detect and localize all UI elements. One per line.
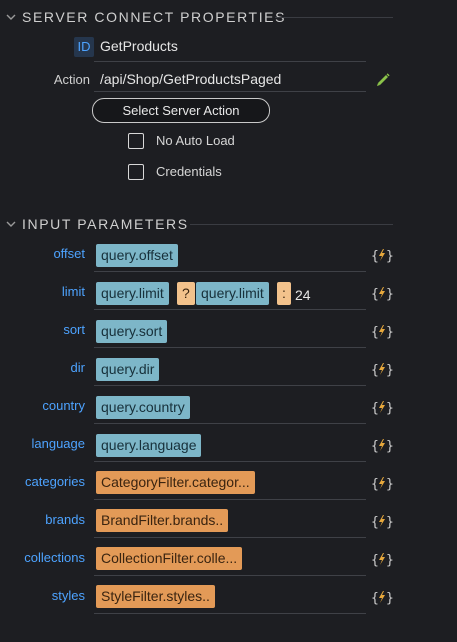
dynamic-data-icon[interactable]: { } <box>371 285 393 301</box>
svg-text:{: { <box>371 477 379 491</box>
param-underline <box>94 271 366 272</box>
svg-text:}: } <box>386 477 393 491</box>
param-underline <box>94 461 366 462</box>
param-value-styles[interactable]: StyleFilter.styles.. <box>96 585 215 608</box>
no-auto-load-checkbox[interactable] <box>128 133 144 149</box>
param-underline <box>94 347 366 348</box>
svg-text:}: } <box>386 363 393 377</box>
param-underline <box>94 385 366 386</box>
svg-text:}: } <box>386 439 393 453</box>
chevron-down-icon[interactable] <box>6 12 16 22</box>
id-field-underline <box>94 61 366 62</box>
credentials-checkbox[interactable] <box>128 164 144 180</box>
param-label-collections: collections <box>24 550 85 565</box>
dynamic-data-icon[interactable]: { } <box>371 589 393 605</box>
svg-text:{: { <box>371 325 379 339</box>
dynamic-data-icon[interactable]: { } <box>371 247 393 263</box>
param-operator-colon[interactable]: : <box>277 282 291 305</box>
svg-text:{: { <box>371 515 379 529</box>
action-field[interactable]: /api/Shop/GetProductsPaged <box>100 71 281 87</box>
param-operator-question[interactable]: ? <box>177 282 195 305</box>
dynamic-data-icon[interactable]: { } <box>371 551 393 567</box>
action-label: Action <box>53 72 90 87</box>
param-underline <box>94 499 366 500</box>
svg-text:}: } <box>386 325 393 339</box>
param-value-dir[interactable]: query.dir <box>96 358 160 381</box>
param-value-limit-1[interactable]: query.limit <box>96 282 169 305</box>
param-label-brands: brands <box>45 512 85 527</box>
dynamic-data-icon[interactable]: { } <box>371 475 393 491</box>
no-auto-load-label: No Auto Load <box>156 133 235 148</box>
param-label-styles: styles <box>51 588 85 603</box>
input-parameters-section-header[interactable]: INPUT PARAMETERS <box>0 215 457 235</box>
id-field[interactable]: GetProducts <box>100 38 178 54</box>
server-connect-section-header[interactable]: SERVER CONNECT PROPERTIES <box>0 8 457 28</box>
param-underline <box>94 575 366 576</box>
svg-text:}: } <box>386 553 393 567</box>
chevron-down-icon[interactable] <box>6 219 16 229</box>
param-underline <box>94 613 366 614</box>
param-value-language[interactable]: query.language <box>96 434 202 457</box>
param-label-offset: offset <box>53 246 85 261</box>
svg-text:{: { <box>371 401 379 415</box>
param-label-dir: dir <box>70 360 85 375</box>
svg-text:}: } <box>386 249 393 263</box>
param-label-limit: limit <box>61 284 85 299</box>
select-server-action-button[interactable]: Select Server Action <box>92 98 270 123</box>
param-value-offset[interactable]: query.offset <box>96 244 178 267</box>
svg-text:}: } <box>386 515 393 529</box>
svg-text:{: { <box>371 249 379 263</box>
section-title: SERVER CONNECT PROPERTIES <box>22 9 287 25</box>
param-underline <box>94 423 366 424</box>
action-field-underline <box>94 91 366 92</box>
dynamic-data-icon[interactable]: { } <box>371 323 393 339</box>
dynamic-data-icon[interactable]: { } <box>371 399 393 415</box>
svg-text:{: { <box>371 363 379 377</box>
param-value-sort[interactable]: query.sort <box>96 320 168 343</box>
properties-panel: SERVER CONNECT PROPERTIES ID GetProducts… <box>0 0 457 642</box>
dynamic-data-icon[interactable]: { } <box>371 361 393 377</box>
param-value-brands[interactable]: BrandFilter.brands.. <box>96 509 229 532</box>
param-value-country[interactable]: query.country <box>96 396 190 419</box>
svg-text:{: { <box>371 439 379 453</box>
section-title: INPUT PARAMETERS <box>22 216 189 232</box>
pencil-icon[interactable] <box>375 72 391 88</box>
param-label-sort: sort <box>63 322 85 337</box>
dynamic-data-icon[interactable]: { } <box>371 437 393 453</box>
svg-text:}: } <box>386 401 393 415</box>
param-underline <box>94 309 366 310</box>
svg-text:{: { <box>371 591 379 605</box>
dynamic-data-icon[interactable]: { } <box>371 513 393 529</box>
param-value-limit-default[interactable]: 24 <box>295 287 311 303</box>
svg-text:}: } <box>386 287 393 301</box>
param-value-collections[interactable]: CollectionFilter.colle... <box>96 547 243 570</box>
param-value-categories[interactable]: CategoryFilter.categor... <box>96 471 255 494</box>
param-label-language: language <box>31 436 86 451</box>
param-value-limit-2[interactable]: query.limit <box>196 282 269 305</box>
param-label-country: country <box>42 398 85 413</box>
credentials-label: Credentials <box>156 164 222 179</box>
section-divider <box>190 224 393 225</box>
svg-text:}: } <box>386 591 393 605</box>
id-label: ID <box>74 37 94 57</box>
param-underline <box>94 537 366 538</box>
svg-text:{: { <box>371 287 379 301</box>
section-divider <box>275 17 393 18</box>
param-label-categories: categories <box>25 474 85 489</box>
svg-text:{: { <box>371 553 379 567</box>
